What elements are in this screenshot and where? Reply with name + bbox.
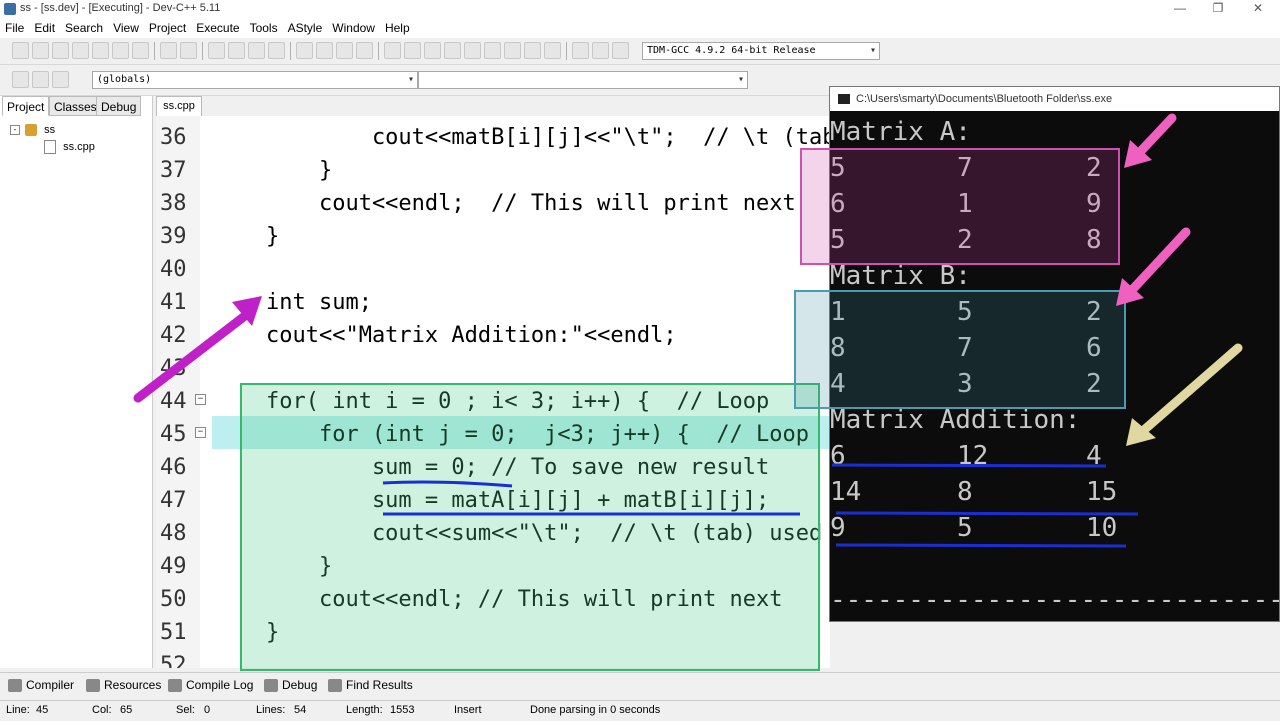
tab-find-results[interactable]: Find Results — [328, 677, 413, 693]
underline-mark — [831, 463, 1107, 468]
status-mode: Insert — [454, 704, 482, 716]
arrow-icon — [1135, 113, 1177, 157]
arrow-icon — [133, 307, 255, 403]
status-length-label: Length: — [346, 704, 383, 716]
annotation-layer — [133, 113, 1243, 548]
arrow-icon — [1127, 227, 1191, 295]
underline-mark — [835, 511, 1139, 516]
find-results-icon — [328, 679, 342, 693]
compile-log-icon — [168, 679, 182, 693]
underline-mark — [835, 543, 1127, 548]
tab-debug-bottom[interactable]: Debug — [264, 677, 317, 693]
status-col-label: Col: — [92, 704, 112, 716]
tab-label: Find Results — [346, 678, 413, 692]
tab-compile-log[interactable]: Compile Log — [168, 677, 253, 693]
arrow-icon — [1139, 343, 1243, 435]
tab-label: Compiler — [26, 678, 75, 692]
status-message: Done parsing in 0 seconds — [530, 704, 661, 716]
status-length: 1553 — [390, 704, 415, 716]
resources-icon — [86, 679, 100, 693]
status-sel: 0 — [204, 704, 211, 716]
tab-label: Debug — [282, 678, 318, 692]
status-col: 65 — [120, 704, 133, 716]
status-line: 45 — [36, 704, 49, 716]
status-bar: Line: 45 Col: 65 Sel: 0 Lines: 54 Length… — [0, 700, 1280, 721]
status-line-label: Line: — [6, 704, 30, 716]
tab-resources[interactable]: Resources — [86, 677, 161, 693]
debug-check-icon — [264, 679, 278, 693]
status-lines: 54 — [294, 704, 307, 716]
tab-label: Compile Log — [186, 678, 254, 692]
status-sel-label: Sel: — [176, 704, 195, 716]
bottom-panel-tabs: Compiler Resources Compile Log Debug Fin… — [0, 672, 1280, 697]
tab-label: Resources — [104, 678, 162, 692]
status-lines-label: Lines: — [256, 704, 286, 716]
compiler-icon — [8, 679, 22, 693]
underline-mark — [382, 480, 513, 488]
tab-compiler[interactable]: Compiler — [8, 677, 74, 693]
